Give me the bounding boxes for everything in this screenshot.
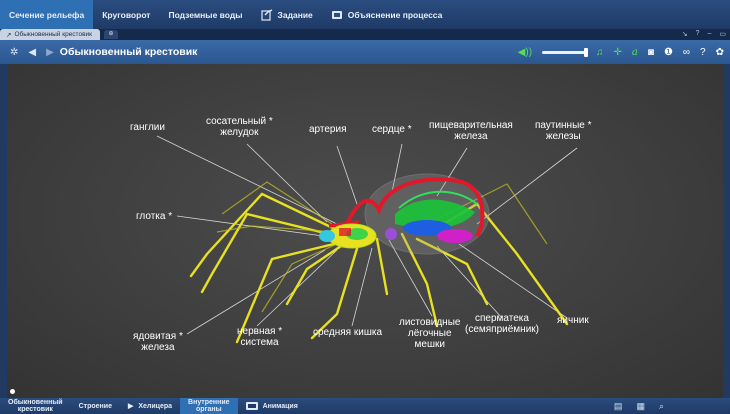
tab-cycle[interactable]: Круговорот [93,0,159,29]
tab-common-spider[interactable]: Обыкновенный крестовик [0,398,71,414]
label-ovary: яичник [557,315,589,326]
asterisk-icon[interactable]: * [408,124,412,135]
silk-glands [437,229,473,243]
help-icon[interactable]: ? [696,30,700,38]
task-icon [260,8,272,21]
music-icon[interactable]: ♫ [596,47,604,58]
bottom-tools: ▤ ▦ ⌕ [614,398,664,414]
video-icon [331,10,342,19]
label-book-lungs: листовидные лёгочные мешки [399,317,461,350]
top-tab-bar: Сечение рельефа Круговорот Подземные вод… [0,0,730,29]
map-icon[interactable]: ▦ [636,401,645,412]
label-spermatheca: сперматека (семяприёмник) [465,313,539,335]
asterisk-icon[interactable]: * [168,211,172,222]
label-heart: сердце * [372,124,412,135]
pharynx-organ [319,230,335,242]
window-controls: ↘ ? – ▭ [682,30,726,38]
document-icon[interactable]: ▤ [614,401,623,412]
back-icon[interactable]: ◀ [28,47,36,58]
label-silk-glands: паутинные * железы [535,120,592,142]
camera-icon[interactable]: ◙ [648,47,654,58]
restore-icon[interactable]: ▭ [719,30,726,38]
new-tab-button[interactable]: ⊕ [104,30,119,39]
volume-slider-knob[interactable] [584,47,589,57]
viewport-frame-right [723,64,730,398]
play-icon: ▶ [127,403,134,410]
video-icon [245,402,258,410]
title-toolbar: ✲ ◀ ▶ Обыкновенный крестовик ◀)) ♫ ✛ a ◙… [0,40,730,64]
move-icon[interactable]: ✛ [614,47,622,58]
document-tab-strip: ↗ Обыкновенный крестовик ⊕ [0,29,730,40]
pin-icon: ↗ [6,31,12,39]
info-icon[interactable]: ❶ [664,47,673,58]
gear-icon[interactable]: ✿ [716,47,724,58]
label-venom-gland: ядовитая * железа [133,331,183,353]
label-digestive-gland: пищеварительная железа [429,120,513,142]
link-icon[interactable]: ∞ [683,47,690,58]
document-tab[interactable]: ↗ Обыкновенный крестовик [0,29,101,40]
forward-icon[interactable]: ▶ [46,47,54,58]
minimize-icon[interactable]: – [707,30,711,38]
tab-groundwater[interactable]: Подземные воды [159,0,251,29]
annotation-icon[interactable]: a [632,47,638,58]
tab-structure[interactable]: Строение [71,398,120,414]
label-nervous-system: нервная * система [237,326,283,348]
viewport-frame-left [0,64,7,398]
asterisk-icon[interactable]: * [269,116,273,127]
label-sucking-stomach: сосательный * желудок [206,116,273,138]
tab-animation[interactable]: Анимация [238,398,306,414]
label-midgut: средняя кишка [313,327,383,338]
viewport-indicator-dot [10,389,15,394]
tab-internal-organs[interactable]: Внутренние органы [180,398,238,414]
label-ganglia: ганглии [130,122,165,133]
question-icon[interactable]: ? [700,47,706,58]
volume-slider[interactable] [542,47,589,57]
bottom-tab-bar: Обыкновенный крестовик Строение ▶ Хелице… [0,398,730,414]
label-pharynx: глотка * [136,211,173,222]
model-viewport[interactable]: ганглии сосательный * желудок артерия се… [7,64,723,398]
asterisk-icon[interactable]: * [179,331,183,342]
volume-icon[interactable]: ◀)) [518,47,532,58]
label-artery: артерия [309,124,347,135]
collapse-icon[interactable]: ↘ [682,30,688,38]
tab-process-explanation[interactable]: Объяснение процесса [322,0,452,29]
book-lung [385,228,397,240]
page-title: Обыкновенный крестовик [59,46,198,58]
tab-task[interactable]: Задание [252,0,322,29]
asterisk-icon[interactable]: * [588,120,592,131]
sucking-stomach [339,228,351,236]
asterisk-icon[interactable]: * [278,326,282,337]
search-icon[interactable]: ⌕ [659,401,664,412]
tab-chelicera[interactable]: ▶ Хелицера [120,398,180,414]
tab-relief-section[interactable]: Сечение рельефа [0,0,94,29]
spider-model [156,135,578,344]
settings-icon[interactable]: ✲ [10,47,18,58]
new-tab-icon: ⊕ [108,31,114,37]
